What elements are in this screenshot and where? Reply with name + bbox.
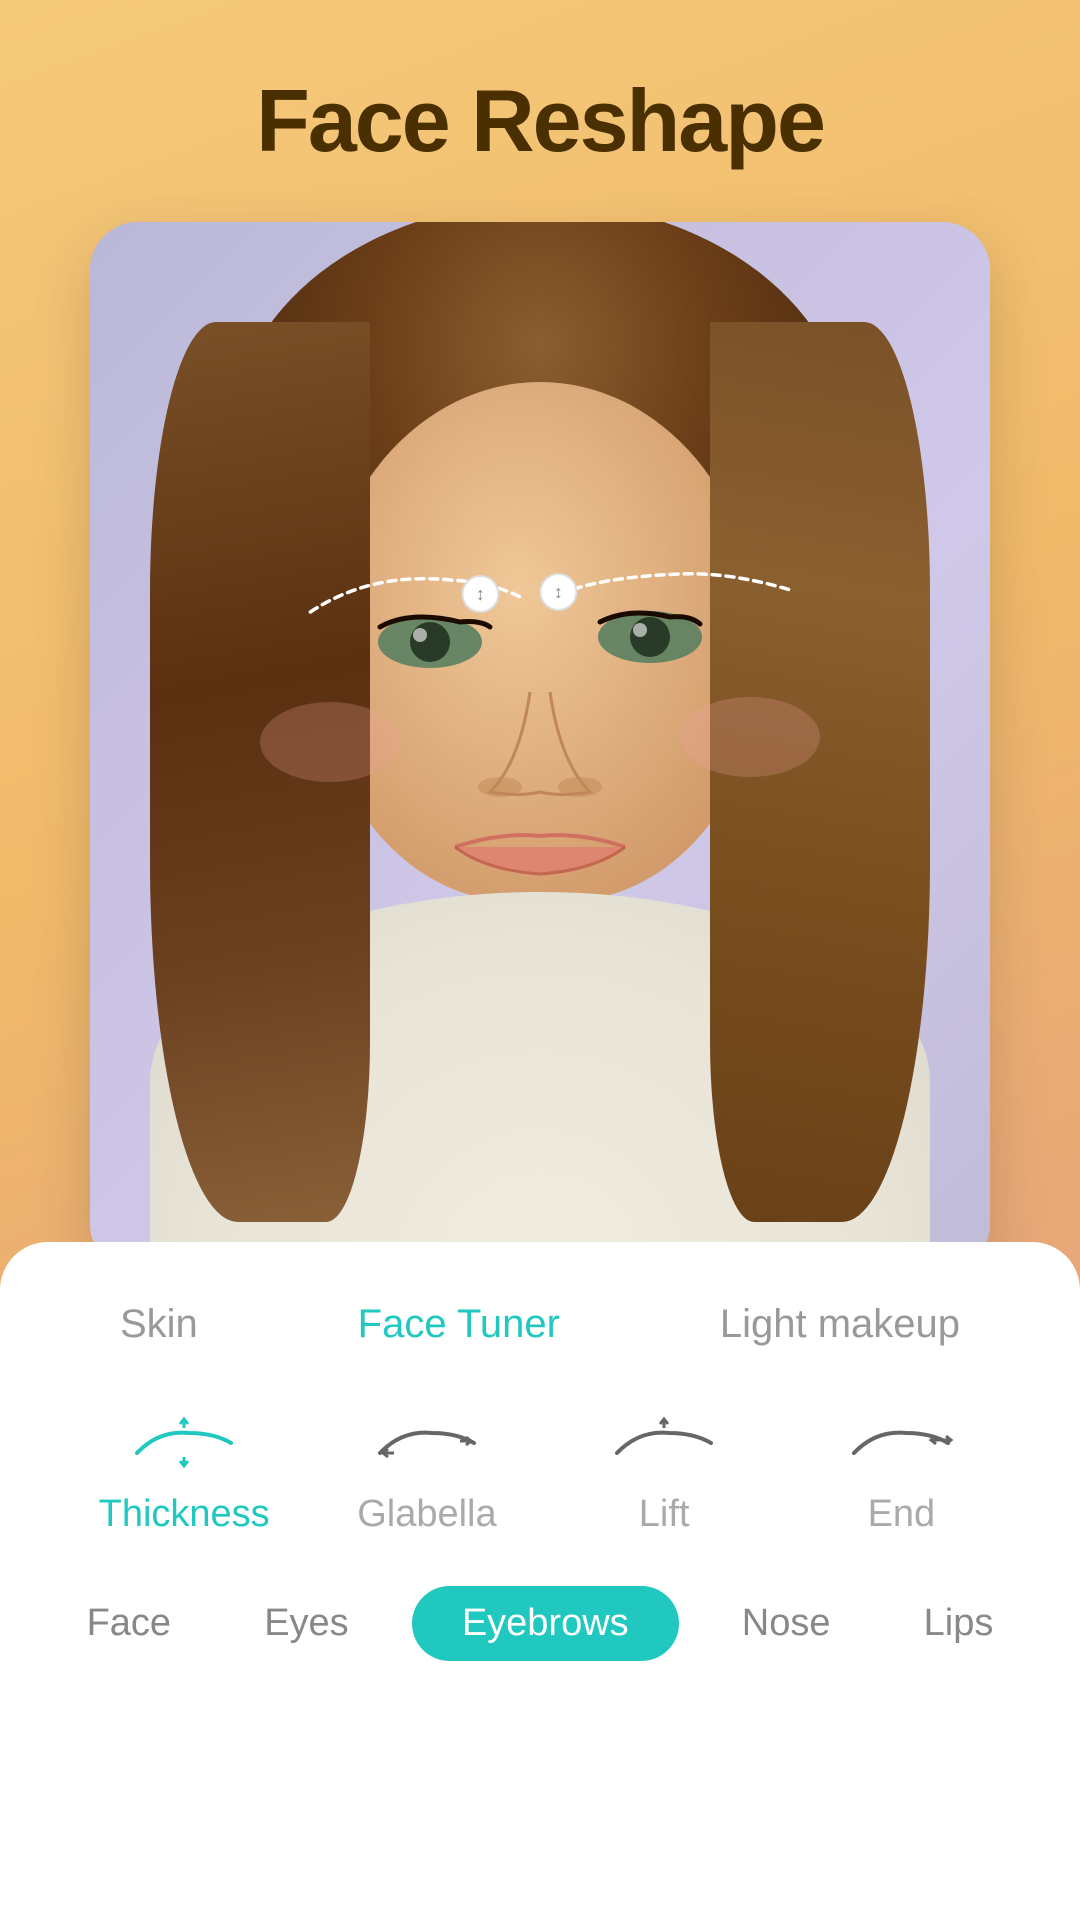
svg-text:↕: ↕ — [554, 582, 563, 602]
tab-light-makeup[interactable]: Light makeup — [700, 1292, 980, 1357]
bottom-nav: Face Eyes Eyebrows Nose Lips — [40, 1586, 1040, 1661]
photo-card: ↕ ↕ — [90, 222, 990, 1272]
end-icon — [846, 1407, 956, 1477]
tool-glabella[interactable]: Glabella — [347, 1407, 507, 1536]
eyebrow-annotation: ↕ ↕ — [290, 552, 810, 642]
nav-face[interactable]: Face — [57, 1586, 201, 1661]
thickness-label: Thickness — [99, 1493, 270, 1536]
tool-lift[interactable]: Lift — [584, 1407, 744, 1536]
tool-options-row: Thickness Glabella — [40, 1407, 1040, 1536]
tab-skin[interactable]: Skin — [100, 1292, 218, 1357]
nav-lips[interactable]: Lips — [894, 1586, 1024, 1661]
thickness-icon — [129, 1407, 239, 1477]
page-title: Face Reshape — [256, 70, 824, 172]
nav-eyes[interactable]: Eyes — [234, 1586, 378, 1661]
lift-icon — [609, 1407, 719, 1477]
lift-label: Lift — [639, 1493, 690, 1536]
tool-thickness[interactable]: Thickness — [99, 1407, 270, 1536]
glabella-label: Glabella — [357, 1493, 496, 1536]
bottom-panel: Skin Face Tuner Light makeup Thickness — [0, 1242, 1080, 1920]
tool-end[interactable]: End — [821, 1407, 981, 1536]
tab-face-tuner[interactable]: Face Tuner — [338, 1292, 580, 1357]
face-art: ↕ ↕ — [90, 222, 990, 1272]
svg-text:↕: ↕ — [476, 584, 485, 604]
nav-eyebrows[interactable]: Eyebrows — [412, 1586, 679, 1661]
nav-nose[interactable]: Nose — [712, 1586, 861, 1661]
end-label: End — [868, 1493, 936, 1536]
category-tabs: Skin Face Tuner Light makeup — [40, 1292, 1040, 1357]
glabella-icon — [372, 1407, 482, 1477]
